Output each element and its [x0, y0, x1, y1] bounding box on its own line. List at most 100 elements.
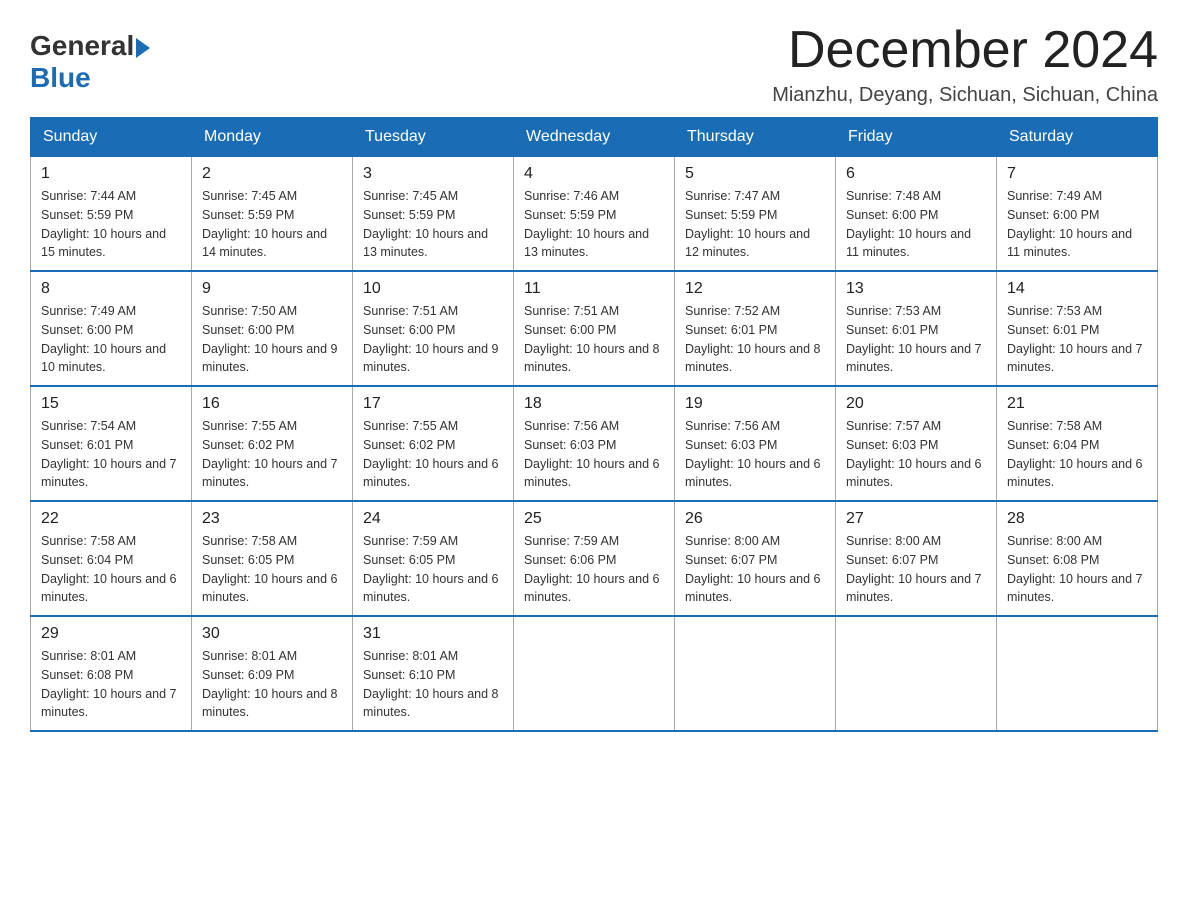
calendar-week-row: 22 Sunrise: 7:58 AMSunset: 6:04 PMDayligh… — [31, 501, 1158, 616]
day-number: 28 — [1007, 510, 1147, 528]
calendar-cell — [675, 616, 836, 731]
day-number: 1 — [41, 165, 181, 183]
calendar-cell: 16 Sunrise: 7:55 AMSunset: 6:02 PMDayligh… — [192, 386, 353, 501]
weekday-header-thursday: Thursday — [675, 118, 836, 157]
calendar-cell: 3 Sunrise: 7:45 AMSunset: 5:59 PMDaylight… — [353, 157, 514, 272]
day-info: Sunrise: 7:56 AMSunset: 6:03 PMDaylight:… — [685, 417, 825, 492]
calendar-cell: 7 Sunrise: 7:49 AMSunset: 6:00 PMDaylight… — [997, 157, 1158, 272]
day-number: 30 — [202, 625, 342, 643]
day-number: 15 — [41, 395, 181, 413]
calendar-cell: 5 Sunrise: 7:47 AMSunset: 5:59 PMDaylight… — [675, 157, 836, 272]
calendar-cell — [997, 616, 1158, 731]
day-info: Sunrise: 8:00 AMSunset: 6:07 PMDaylight:… — [846, 532, 986, 607]
calendar-cell — [514, 616, 675, 731]
calendar-cell — [836, 616, 997, 731]
calendar-cell: 2Sunrise: 7:45 AMSunset: 5:59 PMDaylight… — [192, 157, 353, 272]
day-info: Sunrise: 8:01 AMSunset: 6:10 PMDaylight:… — [363, 647, 503, 722]
calendar-cell: 25 Sunrise: 7:59 AMSunset: 6:06 PMDayligh… — [514, 501, 675, 616]
day-info: Sunrise: 7:48 AMSunset: 6:00 PMDaylight:… — [846, 187, 986, 262]
day-number: 20 — [846, 395, 986, 413]
calendar-cell: 26 Sunrise: 8:00 AMSunset: 6:07 PMDayligh… — [675, 501, 836, 616]
day-info: Sunrise: 8:01 AMSunset: 6:09 PMDaylight:… — [202, 647, 342, 722]
day-number: 25 — [524, 510, 664, 528]
day-number: 3 — [363, 165, 503, 183]
title-area: December 2024 Mianzhu, Deyang, Sichuan, … — [772, 20, 1158, 107]
month-title: December 2024 — [772, 20, 1158, 80]
calendar-week-row: 8Sunrise: 7:49 AMSunset: 6:00 PMDaylight… — [31, 271, 1158, 386]
day-info: Sunrise: 7:44 AMSunset: 5:59 PMDaylight:… — [41, 187, 181, 262]
day-number: 6 — [846, 165, 986, 183]
day-number: 4 — [524, 165, 664, 183]
day-info: Sunrise: 7:55 AMSunset: 6:02 PMDaylight:… — [363, 417, 503, 492]
day-info: Sunrise: 7:53 AMSunset: 6:01 PMDaylight:… — [1007, 302, 1147, 377]
calendar-cell: 15 Sunrise: 7:54 AMSunset: 6:01 PMDayligh… — [31, 386, 192, 501]
day-number: 27 — [846, 510, 986, 528]
day-number: 7 — [1007, 165, 1147, 183]
calendar-cell: 28 Sunrise: 8:00 AMSunset: 6:08 PMDayligh… — [997, 501, 1158, 616]
calendar-week-row: 15 Sunrise: 7:54 AMSunset: 6:01 PMDayligh… — [31, 386, 1158, 501]
day-info: Sunrise: 7:58 AMSunset: 6:04 PMDaylight:… — [1007, 417, 1147, 492]
day-number: 16 — [202, 395, 342, 413]
day-info: Sunrise: 7:53 AMSunset: 6:01 PMDaylight:… — [846, 302, 986, 377]
calendar-table: SundayMondayTuesdayWednesdayThursdayFrid… — [30, 117, 1158, 732]
calendar-cell: 24 Sunrise: 7:59 AMSunset: 6:05 PMDayligh… — [353, 501, 514, 616]
day-info: Sunrise: 7:59 AMSunset: 6:05 PMDaylight:… — [363, 532, 503, 607]
calendar-cell: 18Sunrise: 7:56 AMSunset: 6:03 PMDayligh… — [514, 386, 675, 501]
day-info: Sunrise: 7:46 AMSunset: 5:59 PMDaylight:… — [524, 187, 664, 262]
day-info: Sunrise: 7:45 AMSunset: 5:59 PMDaylight:… — [363, 187, 503, 262]
calendar-cell: 29Sunrise: 8:01 AMSunset: 6:08 PMDayligh… — [31, 616, 192, 731]
day-info: Sunrise: 7:51 AMSunset: 6:00 PMDaylight:… — [524, 302, 664, 377]
day-number: 17 — [363, 395, 503, 413]
logo: General Blue — [30, 30, 150, 94]
day-number: 31 — [363, 625, 503, 643]
logo-blue-text: Blue — [30, 62, 91, 94]
day-info: Sunrise: 7:52 AMSunset: 6:01 PMDaylight:… — [685, 302, 825, 377]
calendar-cell: 10Sunrise: 7:51 AMSunset: 6:00 PMDayligh… — [353, 271, 514, 386]
calendar-cell: 1 Sunrise: 7:44 AMSunset: 5:59 PMDaylight… — [31, 157, 192, 272]
day-info: Sunrise: 7:50 AMSunset: 6:00 PMDaylight:… — [202, 302, 342, 377]
day-info: Sunrise: 7:49 AMSunset: 6:00 PMDaylight:… — [1007, 187, 1147, 262]
day-number: 13 — [846, 280, 986, 298]
day-info: Sunrise: 7:51 AMSunset: 6:00 PMDaylight:… — [363, 302, 503, 377]
day-number: 24 — [363, 510, 503, 528]
day-number: 9 — [202, 280, 342, 298]
day-info: Sunrise: 7:58 AMSunset: 6:04 PMDaylight:… — [41, 532, 181, 607]
calendar-week-row: 1 Sunrise: 7:44 AMSunset: 5:59 PMDaylight… — [31, 157, 1158, 272]
calendar-cell: 30 Sunrise: 8:01 AMSunset: 6:09 PMDayligh… — [192, 616, 353, 731]
weekday-header-wednesday: Wednesday — [514, 118, 675, 157]
logo-general-text: General — [30, 30, 134, 62]
calendar-cell: 6 Sunrise: 7:48 AMSunset: 6:00 PMDaylight… — [836, 157, 997, 272]
weekday-header-saturday: Saturday — [997, 118, 1158, 157]
calendar-cell: 17 Sunrise: 7:55 AMSunset: 6:02 PMDayligh… — [353, 386, 514, 501]
day-info: Sunrise: 7:47 AMSunset: 5:59 PMDaylight:… — [685, 187, 825, 262]
calendar-cell: 21 Sunrise: 7:58 AMSunset: 6:04 PMDayligh… — [997, 386, 1158, 501]
calendar-cell: 9 Sunrise: 7:50 AMSunset: 6:00 PMDaylight… — [192, 271, 353, 386]
calendar-cell: 27 Sunrise: 8:00 AMSunset: 6:07 PMDayligh… — [836, 501, 997, 616]
day-info: Sunrise: 8:00 AMSunset: 6:07 PMDaylight:… — [685, 532, 825, 607]
day-info: Sunrise: 7:54 AMSunset: 6:01 PMDaylight:… — [41, 417, 181, 492]
day-number: 26 — [685, 510, 825, 528]
calendar-cell: 14Sunrise: 7:53 AMSunset: 6:01 PMDayligh… — [997, 271, 1158, 386]
weekday-header-friday: Friday — [836, 118, 997, 157]
calendar-cell: 22 Sunrise: 7:58 AMSunset: 6:04 PMDayligh… — [31, 501, 192, 616]
day-number: 29 — [41, 625, 181, 643]
day-info: Sunrise: 7:45 AMSunset: 5:59 PMDaylight:… — [202, 187, 342, 262]
day-info: Sunrise: 7:55 AMSunset: 6:02 PMDaylight:… — [202, 417, 342, 492]
page-header: General Blue December 2024 Mianzhu, Deya… — [30, 20, 1158, 107]
day-number: 21 — [1007, 395, 1147, 413]
calendar-cell: 31 Sunrise: 8:01 AMSunset: 6:10 PMDayligh… — [353, 616, 514, 731]
weekday-header-sunday: Sunday — [31, 118, 192, 157]
day-info: Sunrise: 7:57 AMSunset: 6:03 PMDaylight:… — [846, 417, 986, 492]
day-number: 5 — [685, 165, 825, 183]
calendar-cell: 12 Sunrise: 7:52 AMSunset: 6:01 PMDayligh… — [675, 271, 836, 386]
calendar-cell: 13 Sunrise: 7:53 AMSunset: 6:01 PMDayligh… — [836, 271, 997, 386]
day-info: Sunrise: 7:59 AMSunset: 6:06 PMDaylight:… — [524, 532, 664, 607]
day-number: 19 — [685, 395, 825, 413]
day-number: 12 — [685, 280, 825, 298]
logo-arrow-icon — [136, 38, 150, 58]
weekday-header-monday: Monday — [192, 118, 353, 157]
day-info: Sunrise: 8:00 AMSunset: 6:08 PMDaylight:… — [1007, 532, 1147, 607]
day-number: 11 — [524, 280, 664, 298]
calendar-week-row: 29Sunrise: 8:01 AMSunset: 6:08 PMDayligh… — [31, 616, 1158, 731]
day-number: 22 — [41, 510, 181, 528]
